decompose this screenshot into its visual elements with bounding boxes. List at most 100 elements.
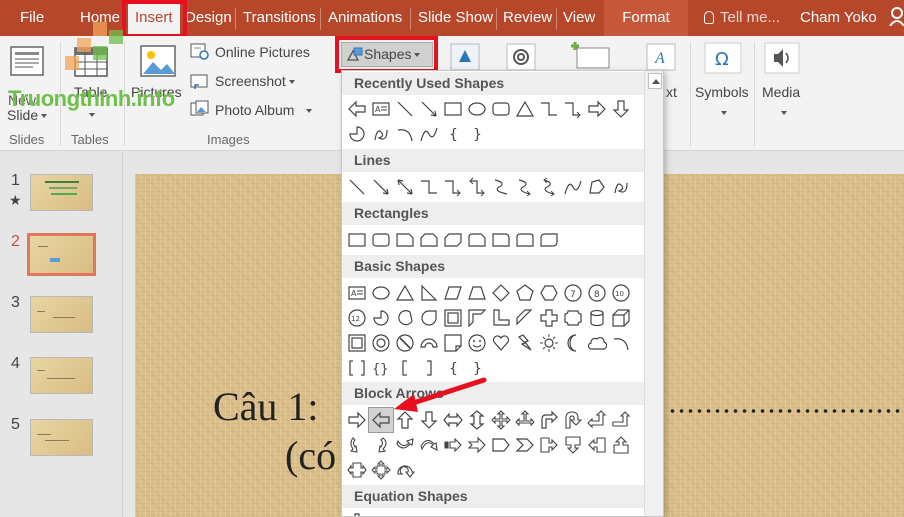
circular-arrow-shape-icon[interactable] bbox=[393, 458, 417, 482]
elbow-arrow-connector-shape-icon[interactable] bbox=[441, 175, 465, 199]
pentagon-arrow-shape-icon[interactable] bbox=[489, 433, 513, 457]
line-shape-icon[interactable] bbox=[393, 97, 417, 121]
gallery-scrollbar[interactable] bbox=[644, 71, 663, 516]
curved-arrow-connector-shape-icon[interactable] bbox=[513, 175, 537, 199]
no-symbol-shape-icon[interactable] bbox=[393, 331, 417, 355]
bent-arrow-shape-icon[interactable] bbox=[537, 408, 561, 432]
slide-thumbnail-1[interactable] bbox=[30, 174, 93, 211]
slide-thumbnail-2[interactable] bbox=[27, 233, 96, 276]
slide-text-line2[interactable]: (có bbox=[285, 432, 336, 479]
curved-left-arrow-shape-icon[interactable] bbox=[369, 433, 393, 457]
snip-round-rectangle-shape-icon[interactable] bbox=[465, 228, 489, 252]
donut-shape-icon[interactable] bbox=[369, 331, 393, 355]
text-label[interactable]: xt bbox=[666, 84, 677, 100]
rounded-rectangle-shape-icon[interactable] bbox=[489, 97, 513, 121]
symbols-dropdown[interactable] bbox=[718, 104, 727, 120]
photo-album-button[interactable]: Photo Album bbox=[215, 102, 313, 118]
cube-shape-icon[interactable] bbox=[609, 306, 633, 330]
triangle-shape-icon[interactable] bbox=[393, 281, 417, 305]
tab-file[interactable]: File bbox=[20, 0, 44, 36]
right-brace-shape-icon[interactable]: } bbox=[465, 122, 489, 146]
round-single-corner-rectangle-shape-icon[interactable] bbox=[489, 228, 513, 252]
frame-shape-icon[interactable] bbox=[441, 306, 465, 330]
left-arrow-shape-icon[interactable] bbox=[345, 97, 369, 121]
user-name[interactable]: Cham Yoko bbox=[800, 0, 877, 36]
quad-arrow-shape-icon[interactable] bbox=[489, 408, 513, 432]
octagon-shape-icon[interactable]: 8 bbox=[585, 281, 609, 305]
tab-transitions[interactable]: Transitions bbox=[243, 0, 316, 36]
rounded-rectangle-shape-icon[interactable] bbox=[369, 228, 393, 252]
left-right-arrow-callout-shape-icon[interactable] bbox=[345, 458, 369, 482]
elbow-connector-shape-icon[interactable] bbox=[537, 97, 561, 121]
online-pictures-button[interactable]: Online Pictures bbox=[215, 44, 310, 60]
symbols-button[interactable]: Symbols bbox=[695, 84, 749, 100]
oval-shape-icon[interactable] bbox=[465, 97, 489, 121]
arc-shape-icon[interactable] bbox=[609, 331, 633, 355]
snip-corner-rectangle-shape-icon[interactable] bbox=[393, 228, 417, 252]
media-button[interactable]: Media bbox=[762, 84, 800, 100]
freeform-scribble-shape-icon[interactable] bbox=[369, 122, 393, 146]
arrow-line-shape-icon[interactable] bbox=[417, 97, 441, 121]
notched-right-arrow-shape-icon[interactable] bbox=[465, 433, 489, 457]
pentagon-shape-icon[interactable] bbox=[513, 281, 537, 305]
hexagon-shape-icon[interactable] bbox=[537, 281, 561, 305]
tab-design[interactable]: Design bbox=[185, 0, 232, 36]
media-dropdown[interactable] bbox=[778, 104, 787, 120]
snip-two-corner-rectangle-shape-icon[interactable] bbox=[417, 228, 441, 252]
tab-animations[interactable]: Animations bbox=[328, 0, 402, 36]
curve-shape-icon[interactable] bbox=[561, 175, 585, 199]
left-right-up-arrow-shape-icon[interactable] bbox=[513, 408, 537, 432]
snip-diagonal-rectangle-shape-icon[interactable] bbox=[441, 228, 465, 252]
tab-view[interactable]: View bbox=[563, 0, 595, 36]
heart-shape-icon[interactable] bbox=[489, 331, 513, 355]
speaker-icon[interactable] bbox=[764, 42, 800, 79]
tab-review[interactable]: Review bbox=[503, 0, 552, 36]
slide-thumbnail-4[interactable] bbox=[30, 357, 93, 394]
quad-arrow-callout-shape-icon[interactable] bbox=[369, 458, 393, 482]
right-arrow-shape-icon[interactable] bbox=[585, 97, 609, 121]
arrow-line-shape-icon[interactable] bbox=[369, 175, 393, 199]
rectangle-shape-icon[interactable] bbox=[441, 97, 465, 121]
pictures-icon[interactable] bbox=[139, 44, 179, 85]
u-turn-arrow-shape-icon[interactable] bbox=[561, 408, 585, 432]
right-triangle-shape-icon[interactable] bbox=[417, 281, 441, 305]
slide-text-line1[interactable]: Câu 1: bbox=[213, 383, 319, 430]
elbow-connector-shape-icon[interactable] bbox=[417, 175, 441, 199]
diamond-shape-icon[interactable] bbox=[489, 281, 513, 305]
down-arrow-callout-shape-icon[interactable] bbox=[561, 433, 585, 457]
lightning-bolt-shape-icon[interactable] bbox=[513, 331, 537, 355]
moon-shape-icon[interactable] bbox=[561, 331, 585, 355]
parallelogram-shape-icon[interactable] bbox=[441, 281, 465, 305]
striped-right-arrow-shape-icon[interactable] bbox=[441, 433, 465, 457]
folded-corner-shape-icon[interactable] bbox=[441, 331, 465, 355]
round-same-side-rectangle-shape-icon[interactable] bbox=[513, 228, 537, 252]
chevron-shape-icon[interactable] bbox=[513, 433, 537, 457]
share-icon[interactable] bbox=[888, 0, 904, 36]
text-box-shape-icon[interactable]: A bbox=[369, 97, 393, 121]
teardrop-shape-icon[interactable] bbox=[417, 306, 441, 330]
round-diagonal-rectangle-shape-icon[interactable] bbox=[537, 228, 561, 252]
text-box-shape-icon[interactable]: A bbox=[345, 281, 369, 305]
arc-shape-icon[interactable] bbox=[393, 122, 417, 146]
curved-connector-shape-icon[interactable] bbox=[489, 175, 513, 199]
elbow-double-arrow-shape-icon[interactable] bbox=[465, 175, 489, 199]
cross-shape-icon[interactable] bbox=[537, 306, 561, 330]
triangle-shape-icon[interactable] bbox=[513, 97, 537, 121]
pie-shape-icon[interactable] bbox=[369, 306, 393, 330]
decagon-shape-icon[interactable]: 10 bbox=[609, 281, 633, 305]
slide-thumbnail-5[interactable] bbox=[30, 419, 93, 456]
double-arrow-line-shape-icon[interactable] bbox=[393, 175, 417, 199]
plaque-shape-icon[interactable] bbox=[561, 306, 585, 330]
screenshot-button[interactable]: Screenshot bbox=[215, 73, 295, 89]
line-shape-icon[interactable] bbox=[345, 175, 369, 199]
scroll-up-arrow-icon[interactable] bbox=[648, 73, 662, 89]
shapes-button[interactable]: Shapes bbox=[341, 42, 433, 67]
new-slide-icon[interactable] bbox=[9, 45, 45, 84]
dodecagon-shape-icon[interactable]: 12 bbox=[345, 306, 369, 330]
double-bracket-shape-icon[interactable] bbox=[345, 356, 369, 380]
curved-double-arrow-shape-icon[interactable] bbox=[537, 175, 561, 199]
oval-shape-icon[interactable] bbox=[369, 281, 393, 305]
curved-down-arrow-shape-icon[interactable] bbox=[417, 433, 441, 457]
bent-up-arrow-shape-icon[interactable] bbox=[609, 408, 633, 432]
chord-shape-icon[interactable] bbox=[393, 306, 417, 330]
